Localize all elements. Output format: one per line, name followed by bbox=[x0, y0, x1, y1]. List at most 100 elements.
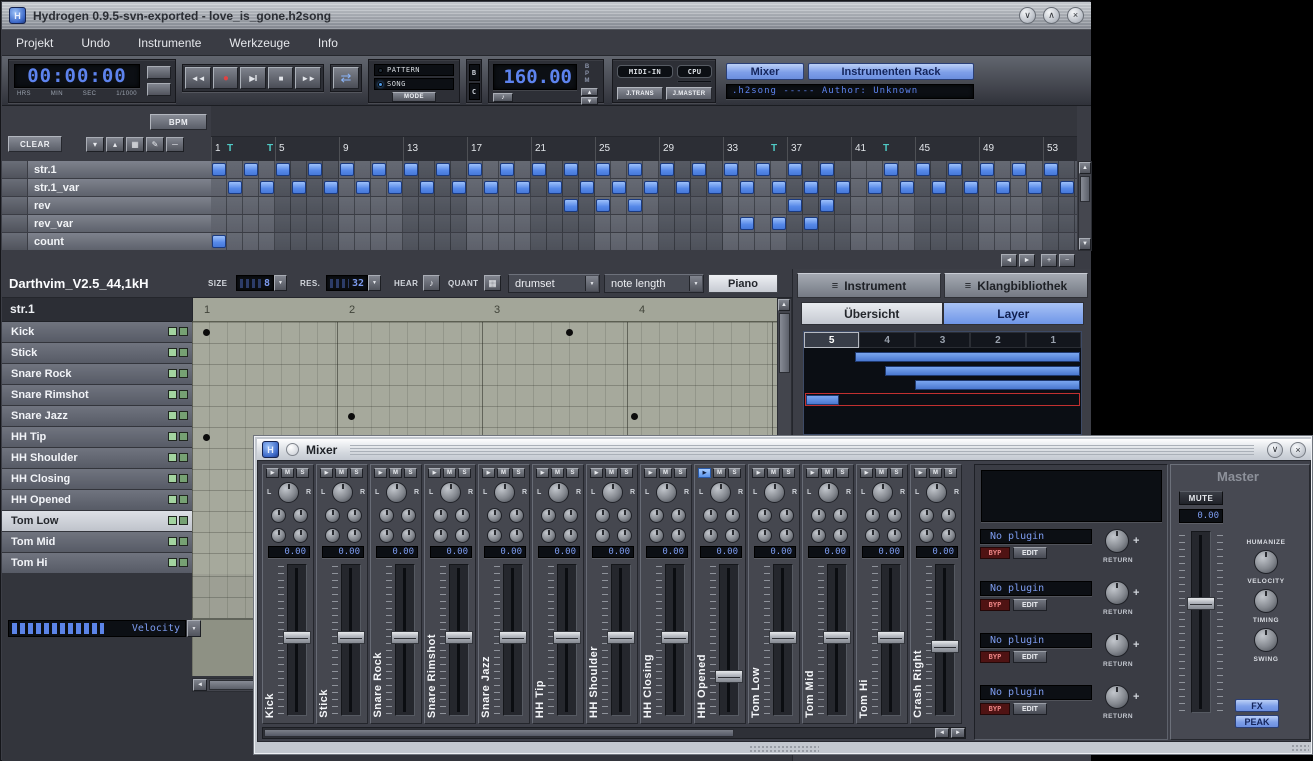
pattern-block[interactable] bbox=[676, 181, 690, 194]
resolution-dropdown-button[interactable]: ▼ bbox=[368, 275, 381, 291]
channel-volume-fader[interactable] bbox=[665, 564, 685, 716]
channel-mute-button[interactable]: M bbox=[335, 468, 348, 478]
fx-return-knob[interactable] bbox=[1105, 529, 1129, 553]
fx-send-knob-1[interactable] bbox=[703, 508, 718, 523]
pattern-block[interactable] bbox=[804, 217, 818, 230]
pattern-block[interactable] bbox=[532, 163, 546, 176]
instrument-mute-led[interactable] bbox=[168, 411, 177, 420]
channel-play-button[interactable]: ▶ bbox=[320, 468, 333, 478]
window-menu-button[interactable] bbox=[286, 443, 299, 456]
fx-send-knob-3[interactable] bbox=[757, 528, 772, 543]
fx-bypass-button[interactable]: BYP bbox=[980, 651, 1010, 663]
pattern-block[interactable] bbox=[436, 163, 450, 176]
pan-knob[interactable] bbox=[332, 482, 353, 503]
fx-send-knob-4[interactable] bbox=[509, 528, 524, 543]
fx-send-knob-2[interactable] bbox=[455, 508, 470, 523]
clear-sequence-button[interactable]: CLEAR bbox=[8, 136, 62, 152]
pattern-row-handle[interactable] bbox=[2, 215, 28, 232]
fx-send-knob-1[interactable] bbox=[325, 508, 340, 523]
fader-track[interactable] bbox=[1191, 531, 1211, 713]
pattern-mode-toggle[interactable]: PATTERN bbox=[374, 64, 454, 76]
pattern-list-item-rev[interactable]: rev bbox=[2, 197, 211, 214]
fx-send-knob-4[interactable] bbox=[293, 528, 308, 543]
fader-handle[interactable] bbox=[445, 631, 473, 644]
fx-plugin-display[interactable]: No plugin bbox=[980, 581, 1092, 596]
jack-master-button[interactable]: J.MASTER bbox=[666, 87, 712, 100]
fader-handle[interactable] bbox=[553, 631, 581, 644]
instrument-solo-led[interactable] bbox=[179, 390, 188, 399]
chevron-down-icon[interactable]: ▼ bbox=[689, 276, 702, 291]
layer-row[interactable] bbox=[805, 365, 1080, 378]
pattern-block[interactable] bbox=[740, 181, 754, 194]
fx-send-knob-4[interactable] bbox=[887, 528, 902, 543]
channel-mute-button[interactable]: M bbox=[713, 468, 726, 478]
fx-send-knob-3[interactable] bbox=[487, 528, 502, 543]
channel-volume-fader[interactable] bbox=[449, 564, 469, 716]
select-mode-button[interactable]: ▦ bbox=[126, 137, 144, 152]
pattern-row-handle[interactable] bbox=[2, 233, 28, 250]
channel-solo-button[interactable]: S bbox=[890, 468, 903, 478]
instrument-row-kick[interactable]: Kick bbox=[2, 322, 192, 342]
fx-send-knob-1[interactable] bbox=[271, 508, 286, 523]
song-track-rev-var[interactable] bbox=[211, 215, 1077, 232]
pattern-list-item-str-1-var[interactable]: str.1_var bbox=[2, 179, 211, 196]
layer-row[interactable] bbox=[805, 379, 1080, 392]
pattern-block[interactable] bbox=[244, 163, 258, 176]
fx-send-knob-2[interactable] bbox=[725, 508, 740, 523]
pattern-block[interactable] bbox=[1012, 163, 1026, 176]
pan-knob[interactable] bbox=[602, 482, 623, 503]
menu-item-undo[interactable]: Undo bbox=[81, 36, 110, 50]
pattern-block[interactable] bbox=[788, 199, 802, 212]
pattern-block[interactable] bbox=[452, 181, 466, 194]
fx-send-knob-1[interactable] bbox=[919, 508, 934, 523]
pattern-block[interactable] bbox=[660, 163, 674, 176]
pattern-block[interactable] bbox=[468, 163, 482, 176]
scroll-down-button[interactable]: ▼ bbox=[1079, 238, 1091, 250]
tab-layer[interactable]: Layer bbox=[943, 302, 1085, 325]
close-button[interactable]: × bbox=[1067, 7, 1084, 24]
layer-tab-1[interactable]: 1 bbox=[1026, 332, 1081, 348]
song-sequence-grid[interactable] bbox=[211, 161, 1077, 251]
time-mode-button-down[interactable] bbox=[147, 83, 171, 96]
main-titlebar[interactable]: H Hydrogen 0.9.5-svn-exported - love_is_… bbox=[2, 2, 1091, 30]
menu-item-info[interactable]: Info bbox=[318, 36, 338, 50]
fx-plugin-display[interactable]: No plugin bbox=[980, 529, 1092, 544]
instrument-solo-led[interactable] bbox=[179, 432, 188, 441]
chevron-down-icon[interactable]: ▼ bbox=[585, 276, 598, 291]
instrument-solo-led[interactable] bbox=[179, 327, 188, 336]
pattern-block[interactable] bbox=[836, 181, 850, 194]
mode-button[interactable]: MODE bbox=[392, 92, 436, 102]
swing-knob[interactable] bbox=[1254, 628, 1278, 652]
instrument-solo-led[interactable] bbox=[179, 474, 188, 483]
channel-mute-button[interactable]: M bbox=[497, 468, 510, 478]
fader-handle[interactable] bbox=[931, 640, 959, 653]
fx-send-knob-4[interactable] bbox=[563, 528, 578, 543]
pattern-block[interactable] bbox=[804, 181, 818, 194]
fx-send-knob-1[interactable] bbox=[757, 508, 772, 523]
pattern-block[interactable] bbox=[708, 181, 722, 194]
note[interactable] bbox=[566, 329, 573, 336]
pattern-block[interactable] bbox=[404, 163, 418, 176]
pattern-block[interactable] bbox=[212, 235, 226, 248]
fx-plugin-display[interactable]: No plugin bbox=[980, 633, 1092, 648]
master-mute-button[interactable]: MUTE bbox=[1179, 491, 1223, 505]
scroll-right-button[interactable]: ► bbox=[1019, 254, 1035, 267]
song-track-str-1-var[interactable] bbox=[211, 179, 1077, 196]
channel-volume-fader[interactable] bbox=[935, 564, 955, 716]
scrollbar-thumb[interactable] bbox=[264, 729, 734, 737]
channel-mute-button[interactable]: M bbox=[389, 468, 402, 478]
fx-return-knob[interactable] bbox=[1105, 685, 1129, 709]
pan-knob[interactable] bbox=[548, 482, 569, 503]
velocity-knob[interactable] bbox=[1254, 550, 1278, 574]
instrument-mute-led[interactable] bbox=[168, 558, 177, 567]
layer-tab-2[interactable]: 2 bbox=[970, 332, 1025, 348]
instrument-row-tom-low[interactable]: Tom Low bbox=[2, 511, 192, 531]
pattern-beat-ruler[interactable]: 1234 bbox=[192, 298, 777, 322]
instrument-solo-led[interactable] bbox=[179, 558, 188, 567]
fx-send-knob-2[interactable] bbox=[293, 508, 308, 523]
pattern-block[interactable] bbox=[772, 217, 786, 230]
pattern-block[interactable] bbox=[372, 163, 386, 176]
drumset-dropdown[interactable]: drumset ▼ bbox=[508, 274, 600, 293]
size-selector[interactable]: 8 bbox=[236, 275, 274, 291]
scroll-right-button[interactable]: ► bbox=[951, 728, 965, 738]
